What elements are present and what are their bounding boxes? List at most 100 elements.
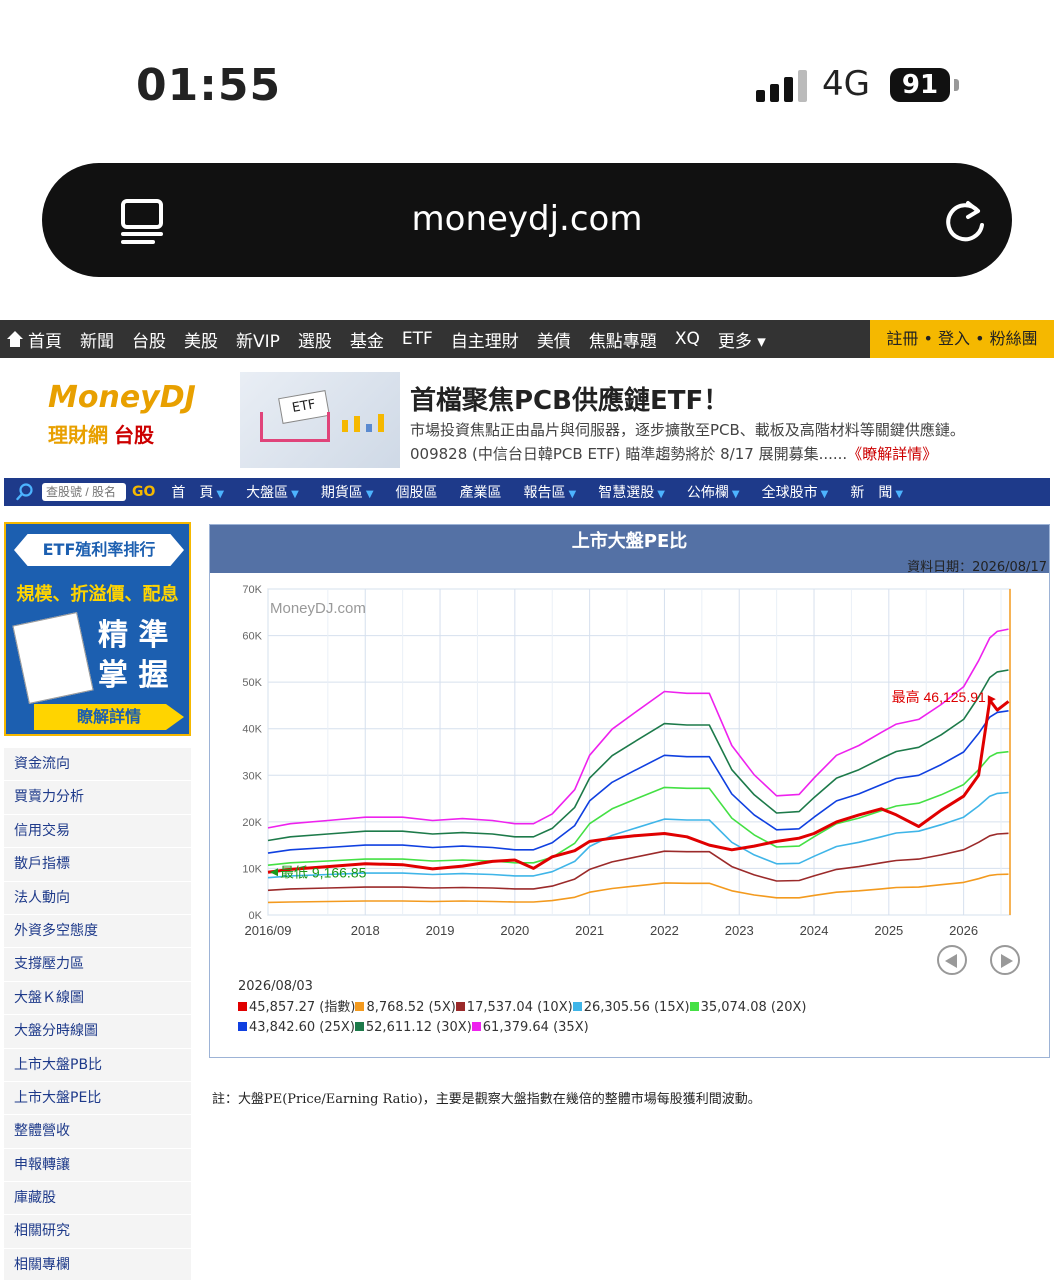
side-menu-item[interactable]: 信用交易 — [4, 814, 191, 849]
banner-title[interactable]: 首檔聚焦PCB供應鏈ETF！ — [410, 380, 729, 417]
banner-line1: 市場投資焦點正由晶片與伺服器，逐步擴散至PCB、載板及高階材料等關鍵供應鏈。 — [410, 421, 965, 439]
home-icon[interactable] — [6, 330, 24, 348]
site-logo[interactable]: MoneyDJ 理財網 台股 — [48, 380, 198, 460]
legend-label: 35,074.08 (20X) — [700, 1000, 807, 1015]
side-menu-item[interactable]: 整體營收 — [4, 1115, 191, 1149]
min-annotation: 最低 9,166.85 — [280, 864, 367, 880]
pe-note: 註：大盤PE(Price/Earning Ratio)，主要是觀察大盤指數在幾倍… — [212, 1092, 761, 1107]
side-menu-item[interactable]: 法人動向 — [4, 881, 191, 915]
caret-down-icon: ▼ — [291, 489, 299, 500]
topnav-tw-stock[interactable]: 台股 — [132, 327, 166, 352]
side-menu-item[interactable]: 外資多空態度 — [4, 914, 191, 949]
chart-legend: 45,857.27 (指數) 8,768.52 (5X) 17,537.04 (10… — [238, 998, 938, 1038]
side-menu-item[interactable]: 相關專欄 — [4, 1248, 191, 1280]
topnav-self-finance[interactable]: 自主理財 — [451, 327, 519, 352]
topnav-vip[interactable]: 新VIP — [236, 327, 280, 352]
section-nav-board[interactable]: 公佈欄 ▼ — [687, 482, 740, 502]
promo-detail-button[interactable]: 瞭解詳情 — [34, 704, 184, 730]
section-nav-home[interactable]: 首 頁 ▼ — [171, 482, 224, 502]
legend-swatch — [572, 1002, 582, 1011]
section-nav-news[interactable]: 新 聞 ▼ — [850, 482, 903, 502]
etf-promo-ad[interactable]: ETF殖利率排行 規模、折溢價、配息 精 準掌 握 瞭解詳情 — [4, 522, 191, 736]
top-navigation: 首頁 新聞 台股 美股 新VIP 選股 基金 ETF 自主理財 美債 焦點專題 … — [0, 320, 1054, 358]
x-tick-label: 2020 — [500, 923, 529, 938]
legend-swatch — [689, 1002, 699, 1011]
side-menu-item[interactable]: 資金流向 — [4, 748, 191, 782]
logo-sub: 理財網 — [48, 423, 108, 447]
section-nav-smart-pick[interactable]: 智慧選股 ▼ — [598, 482, 665, 502]
url-text[interactable]: moneydj.com — [42, 199, 1012, 239]
promo-title: ETF殖利率排行 — [14, 534, 184, 566]
side-menu-item[interactable]: 散戶指標 — [4, 848, 191, 882]
y-tick-label: 50K — [242, 677, 262, 689]
promo-subtitle: 規模、折溢價、配息 — [16, 584, 179, 605]
section-nav-market[interactable]: 大盤區 ▼ — [246, 482, 299, 502]
banner-detail-link[interactable]: 《瞭解詳情》 — [847, 445, 937, 463]
legend-item: 35,074.08 (20X) — [689, 998, 807, 1018]
topnav-etf[interactable]: ETF — [402, 329, 433, 349]
y-tick-label: 40K — [242, 724, 262, 736]
legend-label: 61,379.64 (35X) — [482, 1020, 589, 1035]
side-menu-item[interactable]: 支撐壓力區 — [4, 948, 191, 982]
battery-icon: 91 — [890, 68, 950, 102]
pe-chart-panel: 上市大盤PE比 資料日期：2026/08/17 MoneyDJ.com 70K 6… — [209, 524, 1050, 1058]
reload-icon[interactable] — [944, 197, 988, 245]
section-nav-futures[interactable]: 期貨區 ▼ — [321, 482, 374, 502]
logo-section: 台股 — [114, 423, 154, 447]
x-tick-label: 2026 — [949, 923, 978, 938]
cart-icon — [260, 412, 330, 442]
section-nav-stocks[interactable]: 個股區 — [396, 482, 438, 502]
legend-label: 8,768.52 (5X) — [366, 1000, 456, 1015]
account-links[interactable]: 註冊 • 登入 • 粉絲團 — [870, 320, 1054, 358]
banner-image[interactable]: ETF — [240, 372, 400, 468]
side-menu-item[interactable]: 買賣力分析 — [4, 781, 191, 815]
banner-line2: 009828 (中信台日韓PCB ETF) 瞄準趨勢將於 8/17 展開募集..… — [410, 445, 848, 463]
x-tick-label: 2019 — [426, 923, 455, 938]
side-menu-item[interactable]: 庫藏股 — [4, 1182, 191, 1216]
topnav-fund[interactable]: 基金 — [350, 327, 384, 352]
side-menu-item[interactable]: 大盤分時線圖 — [4, 1015, 191, 1049]
section-nav-reports[interactable]: 報告區 ▼ — [524, 482, 577, 502]
side-menu-item[interactable]: 上市大盤PB比 — [4, 1048, 191, 1082]
stock-search-input[interactable] — [42, 483, 126, 501]
legend-label: 17,537.04 (10X) — [466, 1000, 573, 1015]
topnav-news[interactable]: 新聞 — [80, 327, 114, 352]
y-tick-label: 10K — [242, 863, 262, 875]
legend-swatch — [238, 1022, 247, 1031]
x-tick-label: 2025 — [874, 923, 903, 938]
topnav-us-stock[interactable]: 美股 — [184, 327, 218, 352]
topnav-us-bond[interactable]: 美債 — [537, 327, 571, 352]
y-tick-label: 0K — [249, 910, 263, 922]
legend-swatch — [354, 1022, 364, 1031]
section-nav-global[interactable]: 全球股市 ▼ — [762, 482, 829, 502]
legend-date: 2026/08/03 — [238, 979, 313, 994]
y-tick-label: 20K — [242, 817, 262, 829]
promo-big-line1: 精 準 — [98, 618, 169, 653]
legend-swatch — [238, 1002, 247, 1011]
max-annotation: 最高 46,125.91 — [892, 689, 986, 705]
topnav-xq[interactable]: XQ — [675, 329, 700, 349]
side-menu-item[interactable]: 申報轉讓 — [4, 1148, 191, 1183]
bar-graphic-icon — [342, 414, 384, 432]
search-icon[interactable] — [16, 483, 34, 501]
side-menu-item-active[interactable]: 上市大盤PE比 — [4, 1081, 191, 1116]
x-tick-label: 2016/09 — [245, 923, 292, 938]
side-menu-item[interactable]: 大盤Ｋ線圖 — [4, 981, 191, 1016]
y-tick-label: 60K — [242, 631, 262, 643]
topnav-stock-picker[interactable]: 選股 — [298, 327, 332, 352]
signal-icon — [756, 70, 807, 102]
topnav-topics[interactable]: 焦點專題 — [589, 327, 657, 352]
chart-prev-button[interactable] — [937, 945, 967, 975]
section-nav-industry[interactable]: 產業區 — [460, 482, 502, 502]
legend-swatch — [455, 1002, 465, 1011]
legend-item: 43,842.60 (25X) — [238, 1018, 355, 1038]
legend-item: 52,611.12 (30X) — [354, 1018, 472, 1038]
topnav-more[interactable]: 更多 ▾ — [718, 327, 766, 352]
topnav-home[interactable]: 首頁 — [28, 327, 62, 352]
search-go-button[interactable]: GO — [132, 484, 155, 500]
battery-tip — [954, 79, 959, 91]
chart-next-button[interactable] — [990, 945, 1020, 975]
side-menu-item[interactable]: 相關研究 — [4, 1215, 191, 1249]
legend-label: 43,842.60 (25X) — [249, 1020, 355, 1035]
address-bar[interactable]: moneydj.com — [42, 163, 1012, 277]
